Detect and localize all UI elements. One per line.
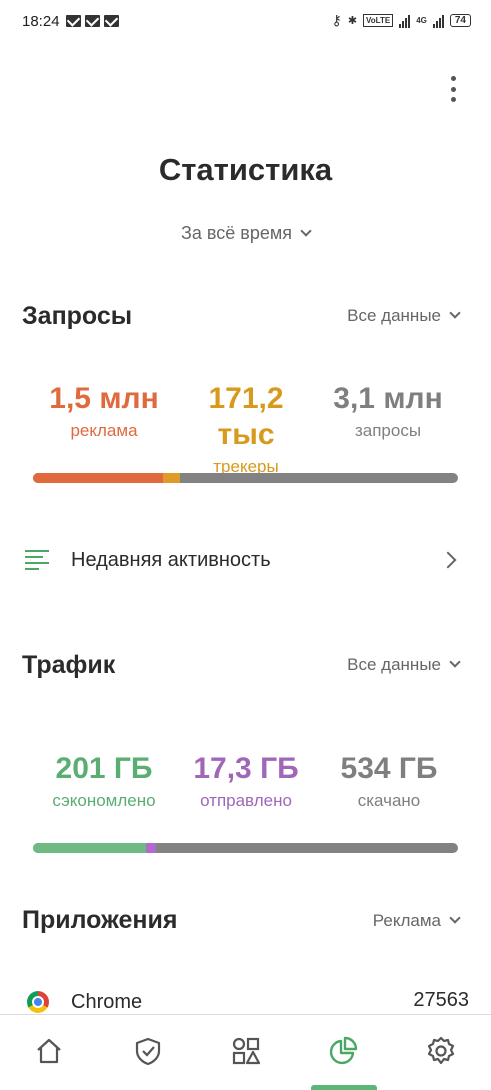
traffic-title: Трафик bbox=[22, 651, 116, 679]
downloaded-label: скачано bbox=[357, 791, 421, 810]
mail-icon bbox=[66, 15, 81, 27]
traffic-bar-saved bbox=[33, 843, 146, 853]
status-indicators: ⚷ ✱ VoLTE 4G 74 bbox=[332, 12, 471, 29]
apps-filter-label: Реклама bbox=[372, 911, 441, 930]
chevron-down-icon bbox=[449, 912, 461, 924]
nav-settings[interactable] bbox=[425, 1035, 457, 1067]
nav-statistics[interactable] bbox=[327, 1035, 359, 1067]
downloaded-value: 534 ГБ bbox=[340, 752, 438, 785]
chevron-down-icon bbox=[449, 307, 461, 319]
status-time: 18:24 bbox=[22, 13, 60, 30]
mail-icon bbox=[104, 15, 119, 27]
bluetooth-icon: ✱ bbox=[347, 15, 358, 27]
active-tab-indicator bbox=[311, 1085, 377, 1090]
apps-title: Приложения bbox=[22, 906, 178, 934]
traffic-filter[interactable]: Все данные bbox=[347, 655, 461, 675]
sent-label: отправлено bbox=[200, 791, 292, 810]
mail-icon bbox=[85, 15, 100, 27]
requests-filter[interactable]: Все данные bbox=[347, 306, 461, 326]
period-selector[interactable]: За всё время bbox=[0, 223, 491, 244]
nav-protection[interactable] bbox=[132, 1035, 164, 1067]
period-label: За всё время bbox=[181, 223, 292, 243]
bottom-navigation bbox=[0, 1014, 491, 1090]
traffic-filter-label: Все данные bbox=[347, 655, 441, 674]
ads-label: реклама bbox=[70, 421, 138, 440]
volte-badge: VoLTE bbox=[363, 14, 394, 27]
notification-icons bbox=[66, 15, 119, 27]
trackers-value: 171,2 тыс bbox=[208, 382, 284, 451]
page-title: Статистика bbox=[158, 152, 333, 187]
battery-icon: 74 bbox=[449, 14, 471, 27]
pie-chart-icon bbox=[329, 1036, 358, 1065]
apps-filter[interactable]: Реклама bbox=[372, 911, 461, 931]
traffic-bar bbox=[33, 843, 458, 853]
ads-value: 1,5 млн bbox=[49, 382, 159, 415]
gear-icon bbox=[427, 1036, 455, 1065]
recent-activity-row[interactable]: Недавняя активность bbox=[0, 533, 491, 589]
saved-stat[interactable]: 201 ГБ сэкономлено bbox=[33, 751, 175, 811]
requests-label: запросы bbox=[354, 421, 422, 440]
signal-icon-2 bbox=[432, 14, 444, 28]
network-type: 4G bbox=[416, 16, 427, 25]
signal-icon bbox=[399, 14, 411, 28]
requests-bar-ads bbox=[33, 473, 163, 483]
requests-filter-label: Все данные bbox=[347, 306, 441, 325]
chrome-icon bbox=[27, 991, 49, 1013]
more-options-icon[interactable] bbox=[443, 76, 463, 102]
chevron-down-icon bbox=[449, 656, 461, 668]
status-bar: 18:24 ⚷ ✱ VoLTE 4G 74 bbox=[0, 0, 491, 44]
home-icon bbox=[37, 1038, 61, 1064]
vpn-key-icon: ⚷ bbox=[331, 12, 342, 28]
list-icon bbox=[25, 550, 49, 570]
nav-apps[interactable] bbox=[230, 1035, 262, 1067]
app-name: Chrome bbox=[71, 991, 143, 1013]
nav-home[interactable] bbox=[33, 1035, 65, 1067]
requests-bar-trackers bbox=[162, 473, 180, 483]
requests-value: 3,1 млн bbox=[333, 382, 443, 415]
downloaded-stat[interactable]: 534 ГБ скачано bbox=[318, 751, 460, 811]
sent-stat[interactable]: 17,3 ГБ отправлено bbox=[180, 751, 312, 811]
apps-shapes-icon bbox=[232, 1037, 261, 1065]
sent-value: 17,3 ГБ bbox=[193, 752, 299, 785]
chevron-right-icon bbox=[439, 551, 457, 569]
saved-label: сэкономлено bbox=[52, 791, 156, 810]
recent-activity-label: Недавняя активность bbox=[71, 549, 271, 571]
requests-title: Запросы bbox=[22, 302, 133, 330]
shield-check-icon bbox=[135, 1037, 161, 1066]
app-count: 27563 bbox=[413, 989, 469, 1011]
trackers-stat[interactable]: 171,2 тыс трекеры bbox=[190, 381, 302, 477]
requests-stat[interactable]: 3,1 млн запросы bbox=[316, 381, 460, 441]
ads-stat[interactable]: 1,5 млн реклама bbox=[32, 381, 176, 441]
requests-bar bbox=[33, 473, 458, 483]
traffic-bar-sent bbox=[145, 843, 157, 853]
saved-value: 201 ГБ bbox=[55, 752, 153, 785]
chevron-down-icon bbox=[300, 225, 312, 237]
